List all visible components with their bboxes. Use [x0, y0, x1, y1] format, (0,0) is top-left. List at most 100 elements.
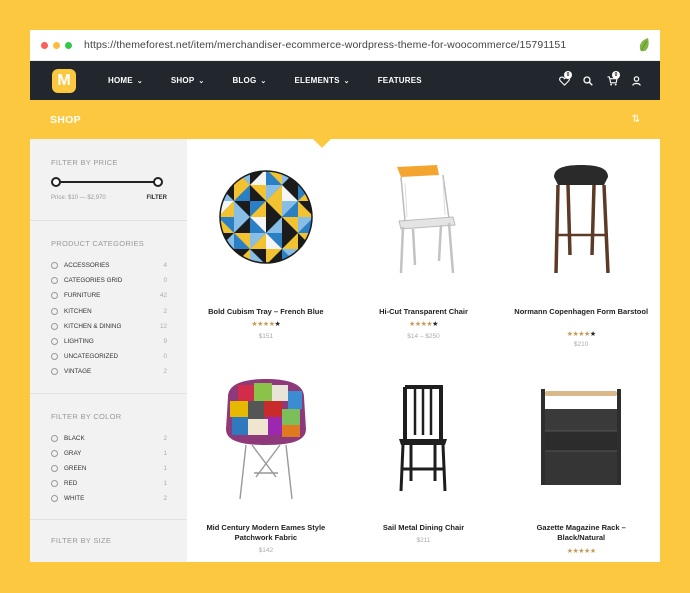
shop-header-bar: SHOP ⇅: [30, 100, 660, 148]
color-name: BLACK: [64, 434, 85, 442]
product-image[interactable]: [218, 169, 314, 265]
maximize-window-dot[interactable]: [65, 41, 72, 49]
category-item[interactable]: ACCESSORIES 4: [51, 258, 167, 273]
rating-stars: ★★★★★: [566, 331, 596, 338]
category-item[interactable]: FURNITURE 42: [51, 288, 167, 303]
size-filter-section: FILTER BY SIZE: [30, 520, 187, 562]
chevron-down-icon: ⌄: [198, 77, 205, 85]
wishlist-button[interactable]: 0: [552, 70, 576, 91]
nav-item-label: HOME: [108, 76, 133, 85]
category-count: 9: [163, 338, 167, 346]
category-item[interactable]: CATEGORIES GRID 0: [51, 273, 167, 288]
category-item[interactable]: VINTAGE 2: [51, 364, 167, 379]
search-icon: [583, 75, 593, 86]
product-name[interactable]: Sail Metal Dining Chair: [345, 523, 503, 533]
product-image[interactable]: [383, 163, 463, 279]
product-image[interactable]: [537, 387, 625, 487]
product-name[interactable]: Bold Cubism Tray – French Blue: [187, 307, 345, 317]
category-name: CATEGORIES GRID: [64, 277, 123, 285]
category-item[interactable]: LIGHTING 9: [51, 334, 167, 349]
nav-item-shop[interactable]: SHOP ⌄: [171, 76, 205, 85]
cart-count-badge: 0: [612, 70, 620, 79]
product-image[interactable]: [546, 163, 616, 275]
nav-item-blog[interactable]: BLOG ⌄: [232, 76, 266, 85]
category-count: 2: [163, 307, 167, 315]
radio-icon: [51, 368, 58, 376]
color-count: 2: [163, 495, 167, 503]
minimize-window-dot[interactable]: [53, 41, 60, 49]
rating-stars: ★★★★★: [566, 548, 596, 555]
account-button[interactable]: [624, 71, 648, 91]
product-image[interactable]: [216, 377, 316, 501]
product-price: $211: [416, 537, 431, 544]
price-row: Price: $10 — $2,970 FILTER: [51, 195, 167, 201]
product-card[interactable]: Bold Cubism Tray – French Blue ★★★★★ $15…: [187, 139, 345, 365]
radio-icon: [51, 322, 58, 330]
color-item[interactable]: BLACK 2: [51, 431, 167, 446]
category-item[interactable]: KITCHEN 2: [51, 304, 167, 319]
product-card[interactable]: Hi-Cut Transparent Chair ★★★★★ $14 – $25…: [345, 139, 503, 365]
shop-content: FILTER BY PRICE Price: $10 — $2,970 FILT…: [30, 139, 660, 562]
product-card[interactable]: Normann Copenhagen Form Barstool ★★★★★ $…: [502, 139, 660, 365]
product-name[interactable]: Gazette Magazine Rack – Black/Natural: [502, 523, 660, 542]
radio-icon: [51, 307, 58, 315]
rating-stars: ★★★★★: [409, 321, 438, 328]
product-name[interactable]: Mid Century Modern Eames Style Patchwork…: [187, 523, 345, 542]
color-name: WHITE: [64, 495, 85, 503]
filter-button[interactable]: FILTER: [146, 195, 167, 201]
close-window-dot[interactable]: [41, 41, 48, 49]
url-text[interactable]: https://themeforest.net/item/merchandise…: [84, 39, 566, 51]
product-price: $142: [258, 547, 274, 554]
category-count: 42: [159, 292, 167, 300]
color-name: GREEN: [64, 464, 87, 472]
product-card[interactable]: Mid Century Modern Eames Style Patchwork…: [187, 365, 345, 562]
chevron-down-icon: ⌄: [343, 77, 350, 85]
color-item[interactable]: GRAY 1: [51, 446, 167, 461]
price-slider[interactable]: [51, 177, 163, 187]
user-icon: [631, 75, 641, 86]
product-image[interactable]: [393, 383, 453, 493]
nav-item-elements[interactable]: ELEMENTS ⌄: [294, 76, 349, 85]
wishlist-count-badge: 0: [564, 70, 572, 79]
price-max-handle[interactable]: [153, 177, 163, 187]
category-count: 0: [163, 353, 167, 361]
cart-button[interactable]: 0: [600, 70, 624, 91]
category-count: 0: [163, 277, 167, 285]
price-filter-title: FILTER BY PRICE: [51, 158, 118, 167]
price-min-handle[interactable]: [51, 177, 61, 187]
category-count: 2: [163, 368, 167, 376]
nav-item-features[interactable]: FEATURES: [378, 76, 422, 85]
product-card[interactable]: Gazette Magazine Rack – Black/Natural ★★…: [502, 365, 660, 562]
category-name: VINTAGE: [64, 368, 92, 376]
category-name: LIGHTING: [64, 338, 94, 346]
radio-icon: [51, 338, 58, 346]
category-item[interactable]: UNCATEGORIZED 0: [51, 349, 167, 364]
color-name: GRAY: [64, 449, 82, 457]
envato-leaf-icon: [639, 38, 649, 52]
nav-icons: 0 0: [552, 61, 648, 100]
site-logo[interactable]: M: [52, 68, 76, 93]
product-card[interactable]: Sail Metal Dining Chair $211: [345, 365, 503, 562]
search-button[interactable]: [576, 71, 600, 91]
sort-icon[interactable]: ⇅: [632, 114, 640, 125]
radio-icon: [51, 353, 58, 361]
nav-item-home[interactable]: HOME ⌄: [108, 76, 143, 85]
size-filter-title: FILTER BY SIZE: [51, 536, 112, 546]
nav-item-label: FEATURES: [377, 76, 422, 85]
product-price: $151: [258, 333, 274, 340]
categories-title: PRODUCT CATEGORIES: [51, 239, 145, 248]
product-name[interactable]: Normann Copenhagen Form Barstool: [502, 307, 660, 317]
price-filter-section: FILTER BY PRICE Price: $10 — $2,970 FILT…: [30, 139, 187, 221]
category-name: FURNITURE: [64, 292, 101, 300]
radio-icon: [51, 495, 58, 503]
color-filter-title: FILTER BY COLOR: [51, 411, 122, 421]
color-item[interactable]: GREEN 1: [51, 461, 167, 476]
main-navigation: M HOME ⌄ SHOP ⌄ BLOG ⌄ ELEMENTS ⌄ FEATURES 0…: [30, 61, 660, 100]
category-item[interactable]: KITCHEN & DINING 12: [51, 319, 167, 334]
color-item[interactable]: RED 1: [51, 476, 167, 491]
radio-icon: [51, 480, 58, 488]
browser-window: https://themeforest.net/item/merchandise…: [30, 30, 660, 562]
color-item[interactable]: WHITE 2: [51, 491, 167, 506]
category-count: 12: [159, 322, 167, 330]
product-name[interactable]: Hi-Cut Transparent Chair: [345, 307, 503, 317]
